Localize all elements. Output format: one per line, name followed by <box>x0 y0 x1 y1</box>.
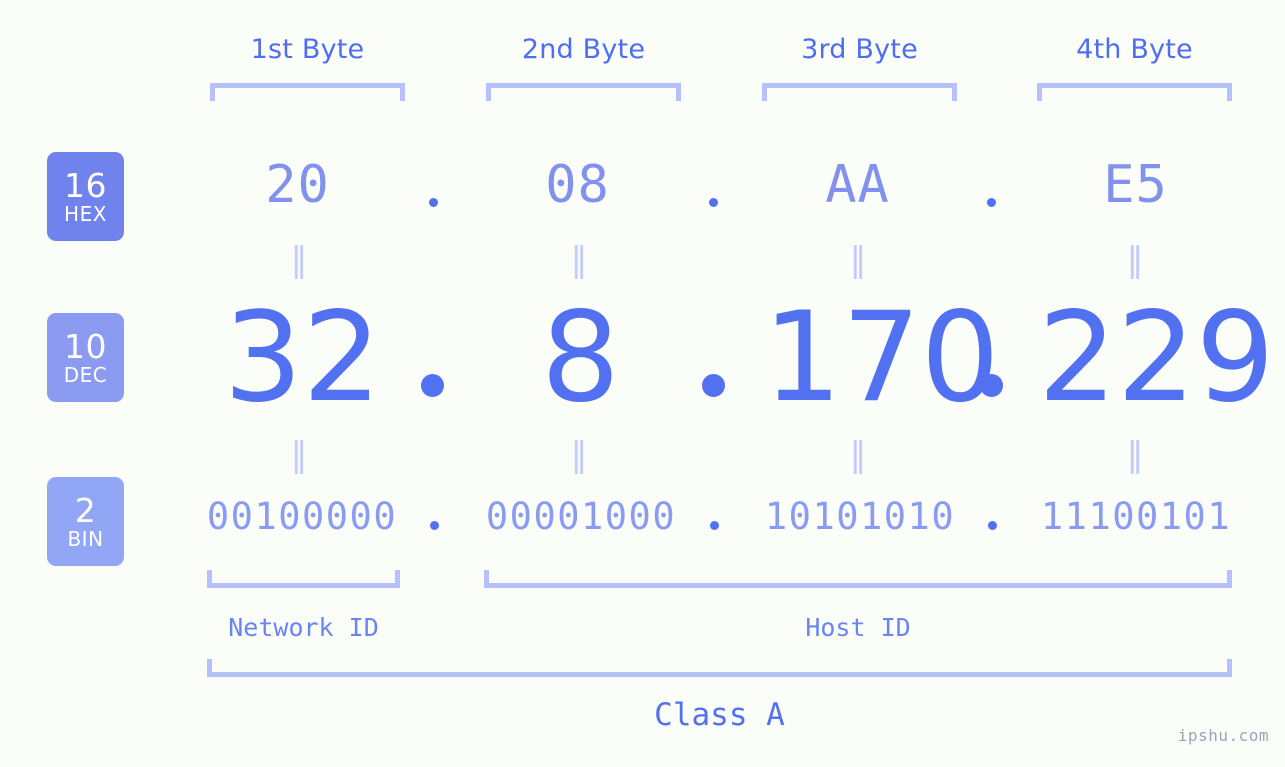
bin-byte-1: 00100000 <box>206 495 398 538</box>
equals-mark-hex-dec-3: ‖ <box>849 240 869 280</box>
base-badge-bin-number: 2 <box>74 491 97 530</box>
site-watermark: ipshu.com <box>1177 726 1269 745</box>
network-id-bracket <box>207 570 400 588</box>
class-bracket <box>207 659 1232 677</box>
byte-bracket-4 <box>1037 83 1232 101</box>
bin-byte-3: 10101010 <box>764 495 956 538</box>
dec-separator-1 <box>421 374 444 397</box>
dec-byte-4: 229 <box>1038 286 1275 430</box>
hex-byte-3: AA <box>825 155 890 215</box>
bin-byte-4: 11100101 <box>1040 495 1232 538</box>
base-badge-hex-name: HEX <box>64 202 107 226</box>
host-id-label: Host ID <box>805 613 911 642</box>
base-badge-dec: 10 DEC <box>47 313 124 402</box>
dec-separator-3 <box>980 374 1003 397</box>
equals-mark-hex-dec-2: ‖ <box>570 240 590 280</box>
equals-mark-dec-bin-3: ‖ <box>849 435 869 475</box>
byte-header-3: 3rd Byte <box>801 34 918 65</box>
equals-mark-dec-bin-2: ‖ <box>570 435 590 475</box>
hex-byte-1: 20 <box>265 155 330 215</box>
hex-byte-4: E5 <box>1103 155 1168 215</box>
dec-separator-2 <box>702 374 725 397</box>
dec-byte-2: 8 <box>541 286 620 430</box>
hex-separator-2 <box>709 198 718 207</box>
class-label: Class A <box>654 697 785 733</box>
dec-byte-3: 170 <box>763 286 1000 430</box>
equals-mark-dec-bin-1: ‖ <box>290 435 310 475</box>
byte-bracket-3 <box>762 83 957 101</box>
equals-mark-hex-dec-1: ‖ <box>290 240 310 280</box>
dec-byte-1: 32 <box>223 286 382 430</box>
bin-separator-1 <box>430 521 439 530</box>
byte-header-2: 2nd Byte <box>521 34 646 65</box>
base-badge-hex: 16 HEX <box>47 152 124 241</box>
equals-mark-hex-dec-4: ‖ <box>1126 240 1146 280</box>
byte-bracket-1 <box>210 83 405 101</box>
byte-bracket-2 <box>486 83 681 101</box>
hex-separator-1 <box>429 198 438 207</box>
host-id-bracket <box>484 570 1232 588</box>
network-id-label: Network ID <box>228 613 379 642</box>
base-badge-hex-number: 16 <box>64 166 107 205</box>
base-badge-dec-name: DEC <box>63 363 108 387</box>
bin-separator-2 <box>710 521 719 530</box>
bin-byte-2: 00001000 <box>485 495 677 538</box>
bin-separator-3 <box>988 521 997 530</box>
hex-separator-3 <box>987 198 996 207</box>
base-badge-dec-number: 10 <box>64 327 107 366</box>
base-badge-bin: 2 BIN <box>47 477 124 566</box>
ip-address-breakdown-diagram: 1st Byte 2nd Byte 3rd Byte 4th Byte 16 H… <box>0 0 1285 767</box>
equals-mark-dec-bin-4: ‖ <box>1126 435 1146 475</box>
hex-byte-2: 08 <box>545 155 610 215</box>
byte-header-4: 4th Byte <box>1076 34 1193 65</box>
byte-header-1: 1st Byte <box>250 34 365 65</box>
base-badge-bin-name: BIN <box>67 527 104 551</box>
